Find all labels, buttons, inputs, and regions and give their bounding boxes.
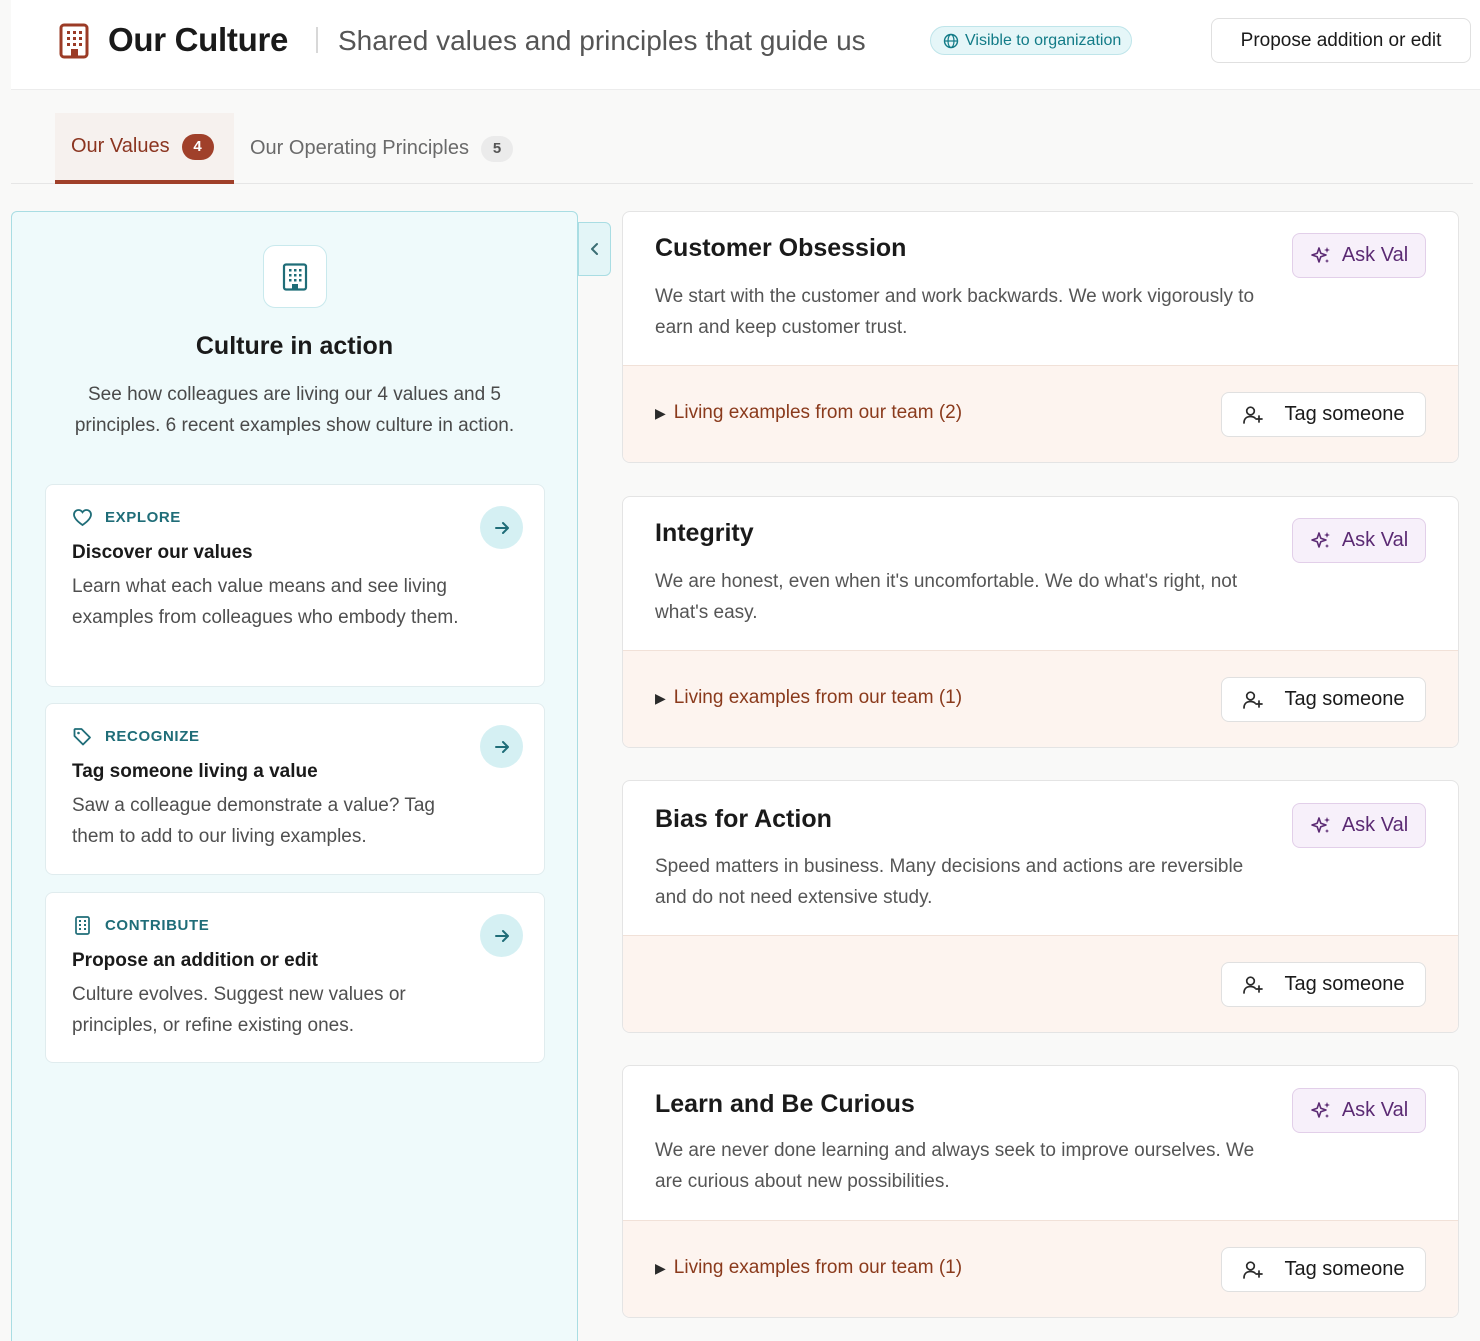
value-description: Speed matters in business. Many decision… [655, 856, 1244, 908]
value-footer: ▶ Living examples from our team (2) Tag … [623, 365, 1458, 462]
card-kicker: CONTRIBUTE [72, 915, 209, 936]
tab-bar: Our Values 4 Our Operating Principles 5 [11, 91, 1473, 184]
living-examples-toggle[interactable]: ▶ Living examples from our team (1) [655, 687, 962, 709]
value-footer: ▶ Living examples from our team (1) Tag … [623, 1220, 1458, 1317]
contribute-card[interactable]: CONTRIBUTE Propose an addition or edit C… [45, 892, 545, 1063]
tab-count-badge: 4 [181, 133, 214, 160]
card-kicker-label: CONTRIBUTE [105, 917, 210, 934]
title-divider [316, 27, 318, 53]
card-kicker-label: EXPLORE [105, 509, 181, 526]
tag-someone-label: Tag someone [1284, 1258, 1405, 1280]
living-examples-label: Living examples from our team (1) [673, 687, 963, 708]
living-examples-label: Living examples from our team (1) [673, 1257, 963, 1278]
caret-right-icon: ▶ [655, 1259, 666, 1276]
arrow-right-icon[interactable] [480, 506, 523, 549]
sparkles-icon [1311, 246, 1330, 263]
building-icon [75, 916, 90, 935]
ask-val-label: Ask Val [1341, 1099, 1409, 1121]
caret-right-icon: ▶ [655, 404, 666, 421]
ask-val-button[interactable]: Ask Val [1292, 1088, 1426, 1133]
culture-sidebar: Culture in action See how colleagues are… [11, 211, 578, 1341]
visibility-badge: Visible to organization [930, 26, 1133, 55]
sidebar-title: Culture in action [195, 332, 394, 360]
card-description: Learn what each value means and see livi… [72, 576, 459, 628]
tag-someone-label: Tag someone [1284, 403, 1405, 425]
living-examples-label: Living examples from our team (2) [673, 402, 963, 423]
tag-someone-label: Tag someone [1284, 973, 1405, 995]
card-title: Discover our values [72, 542, 253, 563]
arrow-right-icon[interactable] [480, 914, 523, 957]
chevron-left-icon [590, 243, 598, 255]
value-description: We are honest, even when it's uncomforta… [655, 571, 1238, 623]
visibility-badge-label: Visible to organization [965, 32, 1122, 49]
card-description: Culture evolves. Suggest new values or p… [72, 984, 406, 1036]
tab-operating-principles[interactable]: Our Operating Principles 5 [234, 113, 529, 184]
value-title: Customer Obsession [655, 234, 907, 262]
sidebar-description: See how colleagues are living our 4 valu… [74, 384, 515, 436]
card-title: Tag someone living a value [72, 761, 318, 782]
tab-count-badge: 5 [480, 135, 513, 162]
building-icon [59, 23, 89, 59]
sparkles-icon [1311, 816, 1330, 833]
ask-val-label: Ask Val [1341, 814, 1409, 836]
page-subtitle: Shared values and principles that guide … [338, 25, 866, 56]
value-description: We start with the customer and work back… [655, 286, 1255, 338]
user-plus-icon [1243, 405, 1264, 424]
ask-val-button[interactable]: Ask Val [1292, 518, 1426, 563]
recognize-card[interactable]: RECOGNIZE Tag someone living a value Saw… [45, 703, 545, 875]
card-kicker: RECOGNIZE [72, 726, 200, 747]
value-title: Integrity [655, 519, 754, 547]
sidebar-icon-box [263, 245, 327, 308]
value-title: Learn and Be Curious [655, 1090, 915, 1118]
user-plus-icon [1243, 1260, 1264, 1279]
value-footer: ▶ Living examples from our team (1) Tag … [623, 650, 1458, 747]
building-icon [282, 262, 308, 291]
heart-icon [73, 509, 92, 527]
tag-someone-button[interactable]: Tag someone [1221, 677, 1426, 722]
page-title: Our Culture [108, 21, 289, 58]
ask-val-button[interactable]: Ask Val [1292, 233, 1426, 278]
tab-our-values[interactable]: Our Values 4 [55, 113, 234, 184]
value-card: Customer Obsession We start with the cus… [622, 211, 1459, 463]
value-footer: Tag someone [623, 935, 1458, 1032]
card-title: Propose an addition or edit [72, 950, 318, 971]
caret-right-icon: ▶ [655, 689, 666, 706]
ask-val-label: Ask Val [1341, 529, 1409, 551]
arrow-right-icon[interactable] [480, 725, 523, 768]
value-card: Integrity We are honest, even when it's … [622, 496, 1459, 748]
user-plus-icon [1243, 690, 1264, 709]
living-examples-toggle[interactable]: ▶ Living examples from our team (2) [655, 402, 962, 424]
value-description: We are never done learning and always se… [655, 1140, 1255, 1192]
value-card: Learn and Be Curious We are never done l… [622, 1065, 1459, 1318]
collapse-sidebar-button[interactable] [578, 222, 611, 276]
tab-label: Our Values [71, 135, 170, 157]
tag-someone-label: Tag someone [1284, 688, 1405, 710]
tag-someone-button[interactable]: Tag someone [1221, 392, 1426, 437]
ask-val-button[interactable]: Ask Val [1292, 803, 1426, 848]
value-title: Bias for Action [655, 805, 832, 833]
tag-someone-button[interactable]: Tag someone [1221, 962, 1426, 1007]
ask-val-label: Ask Val [1341, 244, 1409, 266]
card-kicker: EXPLORE [72, 507, 181, 528]
explore-card[interactable]: EXPLORE Discover our values Learn what e… [45, 484, 545, 687]
tag-icon [73, 728, 91, 746]
living-examples-toggle[interactable]: ▶ Living examples from our team (1) [655, 1257, 962, 1279]
tab-label: Our Operating Principles [250, 137, 469, 159]
propose-edit-button[interactable]: Propose addition or edit [1211, 18, 1471, 63]
globe-icon [943, 33, 959, 48]
user-plus-icon [1243, 975, 1264, 994]
card-description: Saw a colleague demonstrate a value? Tag… [72, 795, 436, 847]
sparkles-icon [1311, 1101, 1330, 1118]
page-header: Our Culture Shared values and principles… [11, 0, 1480, 90]
sparkles-icon [1311, 531, 1330, 548]
tag-someone-button[interactable]: Tag someone [1221, 1247, 1426, 1292]
value-card: Bias for Action Speed matters in busines… [622, 780, 1459, 1033]
card-kicker-label: RECOGNIZE [105, 728, 200, 745]
